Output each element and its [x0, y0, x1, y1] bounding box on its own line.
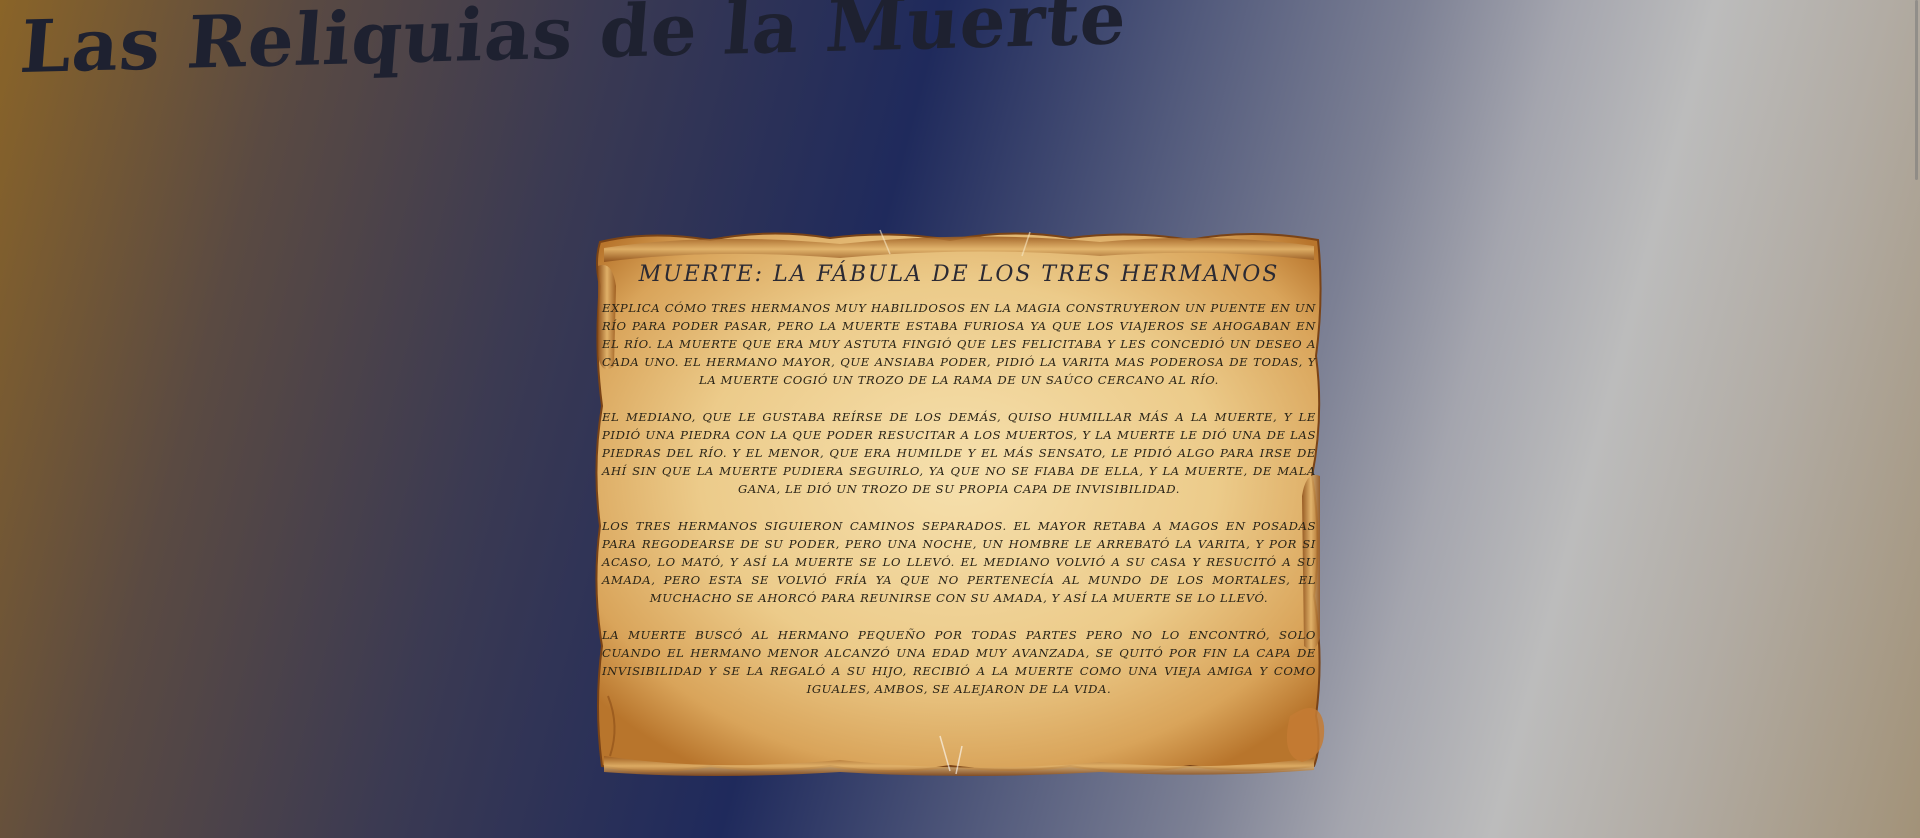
- site-title: Las Reliquias de la Muerte: [17, 0, 1131, 90]
- story-paragraph: El mediano, que le gustaba reírse de los…: [602, 410, 1316, 496]
- story-paragraph: Los tres hermanos siguieron caminos sepa…: [602, 519, 1316, 605]
- parchment-scroll: Muerte: La Fábula de los Tres Hermanos E…: [590, 226, 1328, 776]
- story-paragraph: La muerte buscó al hermano pequeño por t…: [602, 628, 1316, 696]
- story-paragraph: Explica cómo tres hermanos muy habilidos…: [602, 301, 1316, 387]
- scroll-heading: Muerte: La Fábula de los Tres Hermanos: [638, 262, 1280, 287]
- page-scrollbar[interactable]: [1915, 0, 1918, 180]
- scroll-content: Muerte: La Fábula de los Tres Hermanos E…: [602, 262, 1316, 717]
